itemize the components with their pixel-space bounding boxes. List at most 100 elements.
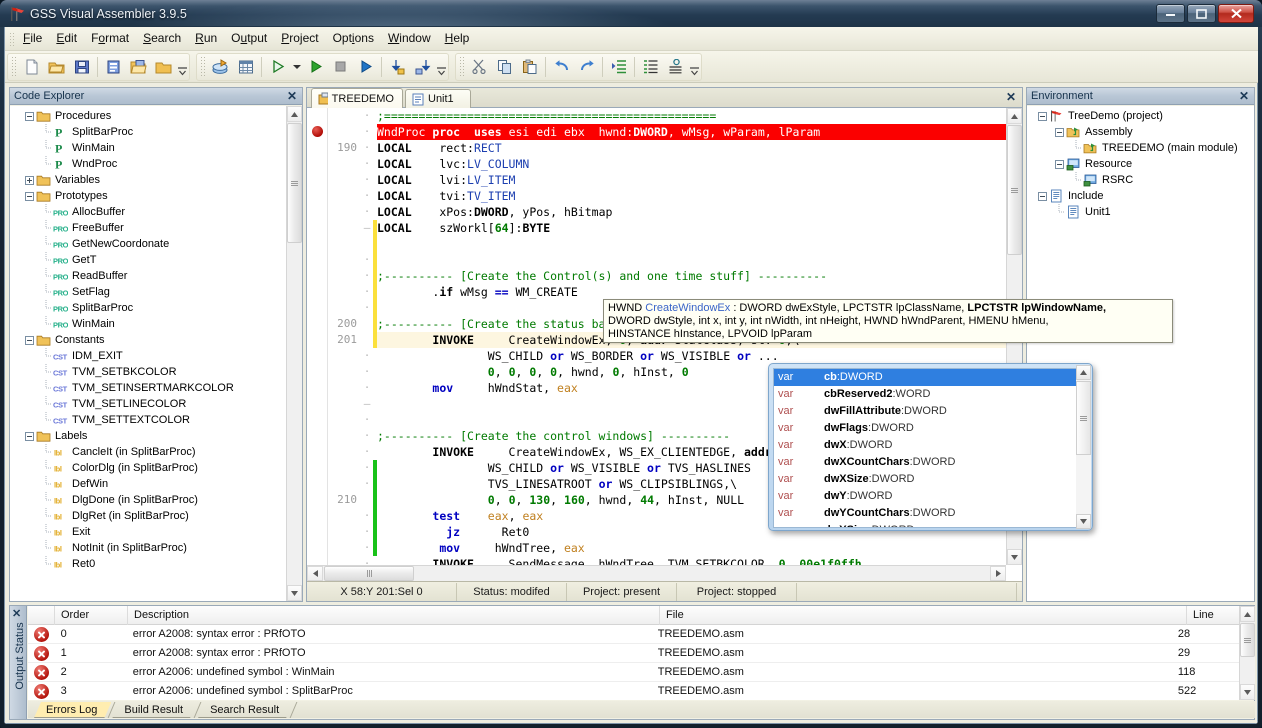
tree-item[interactable]: CSTTVM_SETINSERTMARKCOLOR: [10, 380, 286, 396]
code-line[interactable]: [377, 252, 1006, 268]
autocomplete-item[interactable]: vardwFillAttribute :DWORD: [774, 403, 1089, 420]
tree-item[interactable]: PWndProc: [10, 156, 286, 172]
editor-hscrollbar[interactable]: [307, 565, 1006, 581]
tree-item[interactable]: lblExit: [10, 524, 286, 540]
autocomplete-list[interactable]: varcb :DWORDvarcbReserved2 :WORDvardwFil…: [773, 368, 1090, 528]
scroll-down-icon[interactable]: [1007, 549, 1022, 565]
tree-item[interactable]: PROGetNewCoordonate: [10, 236, 286, 252]
scroll-up-icon[interactable]: [1007, 108, 1022, 124]
tree-item[interactable]: Prototypes: [10, 188, 286, 204]
column-header[interactable]: Order: [55, 606, 128, 625]
tree-item[interactable]: TREEDEMO (main module): [1027, 140, 1254, 156]
fold-marker[interactable]: [361, 332, 373, 348]
code-line[interactable]: .if wMsg == WM_CREATE: [377, 284, 1006, 300]
code-line[interactable]: LOCAL szWorkl[64]:BYTE: [377, 220, 1006, 236]
table-row[interactable]: 0error A2008: syntax error : PRfOTOTREED…: [28, 625, 1239, 644]
breakpoint-slot[interactable]: [307, 174, 327, 190]
code-line[interactable]: WndProc proc uses esi edi ebx hwnd:DWORD…: [377, 124, 1006, 140]
menu-output[interactable]: Output: [224, 28, 274, 49]
collapse-toggle-icon[interactable]: [24, 332, 35, 348]
breakpoint-slot[interactable]: [307, 222, 327, 238]
tree-item[interactable]: PROWinMain: [10, 316, 286, 332]
tab-unit1[interactable]: Unit1: [405, 89, 471, 108]
scroll-up-icon[interactable]: [287, 106, 302, 122]
maximize-button[interactable]: [1187, 4, 1216, 23]
tree-item[interactable]: Procedures: [10, 108, 286, 124]
breakpoint-slot[interactable]: [307, 142, 327, 158]
fold-marker[interactable]: ·: [361, 524, 373, 540]
close-icon[interactable]: ✕: [1004, 90, 1018, 104]
indent-icon[interactable]: [606, 55, 631, 79]
tree-item[interactable]: Unit1: [1027, 204, 1254, 220]
autocomplete-item[interactable]: varcb :DWORD: [774, 369, 1089, 386]
autocomplete-item[interactable]: vardwYCountChars :DWORD: [774, 505, 1089, 522]
minimize-button[interactable]: [1156, 4, 1185, 23]
open-folder-icon[interactable]: [44, 55, 69, 79]
scrollbar-thumb[interactable]: [1240, 623, 1255, 657]
scrollbar-thumb[interactable]: [1007, 125, 1022, 255]
collapse-toggle-icon[interactable]: [1037, 108, 1048, 124]
toolbar-overflow-run[interactable]: [435, 55, 448, 79]
breakpoint-slot[interactable]: [307, 270, 327, 286]
scissors-icon[interactable]: [467, 55, 492, 79]
breakpoint-slot[interactable]: [307, 414, 327, 430]
expand-toggle-icon[interactable]: [24, 172, 35, 188]
fold-marker[interactable]: ·: [361, 300, 373, 316]
tree-item[interactable]: Labels: [10, 428, 286, 444]
breakpoint-slot[interactable]: [307, 158, 327, 174]
tree-item[interactable]: PROReadBuffer: [10, 268, 286, 284]
breakpoint-slot[interactable]: [307, 108, 327, 124]
code-line[interactable]: LOCAL tvi:TV_ITEM: [377, 188, 1006, 204]
close-icon[interactable]: ✕: [285, 89, 299, 103]
output-tab-errors-log[interactable]: Errors Log: [34, 702, 111, 718]
breakpoint-slot[interactable]: [307, 542, 327, 558]
fold-marker[interactable]: ·: [361, 268, 373, 284]
fold-marker[interactable]: ·: [361, 412, 373, 428]
fold-marker[interactable]: ·: [361, 172, 373, 188]
scroll-down-icon[interactable]: [1240, 684, 1255, 700]
breakpoint-slot[interactable]: [307, 558, 327, 565]
tree-item[interactable]: Include: [1027, 188, 1254, 204]
tree-item[interactable]: lblDefWin: [10, 476, 286, 492]
code-line[interactable]: ;---------- [Create the Control(s) and o…: [377, 268, 1006, 284]
run-play-green-icon[interactable]: [303, 55, 328, 79]
breakpoint-slot[interactable]: [307, 446, 327, 462]
fold-marker[interactable]: ·: [361, 444, 373, 460]
scroll-up-icon[interactable]: [1240, 606, 1255, 622]
comment-lines-icon[interactable]: [638, 55, 663, 79]
breakpoint-slot[interactable]: [307, 510, 327, 526]
code-line[interactable]: LOCAL lvc:LV_COLUMN: [377, 156, 1006, 172]
step-play-blue-icon[interactable]: [353, 55, 378, 79]
tree-item[interactable]: TreeDemo (project): [1027, 108, 1254, 124]
scroll-down-icon[interactable]: [287, 585, 302, 601]
output-grid-rows[interactable]: 0error A2008: syntax error : PRfOTOTREED…: [28, 625, 1239, 700]
menu-options[interactable]: Options: [326, 28, 381, 49]
fold-marker[interactable]: ·: [361, 124, 373, 140]
output-tab-search-result[interactable]: Search Result: [198, 702, 293, 718]
breakpoint-slot[interactable]: [307, 366, 327, 382]
grid-build-icon[interactable]: [233, 55, 258, 79]
build-stack-icon[interactable]: [208, 55, 233, 79]
table-row[interactable]: 3error A2006: undefined symbol : SplitBa…: [28, 682, 1239, 700]
copy-icon[interactable]: [492, 55, 517, 79]
output-vscrollbar[interactable]: [1239, 606, 1255, 700]
toolbar-overflow-edit[interactable]: [688, 55, 701, 79]
code-explorer-tree[interactable]: ProceduresPSplitBarProcPWinMainPWndProcV…: [10, 106, 286, 601]
menu-file[interactable]: File: [16, 28, 49, 49]
breakpoint-slot[interactable]: [307, 350, 327, 366]
collapse-toggle-icon[interactable]: [24, 108, 35, 124]
code-explorer-scrollbar[interactable]: [286, 106, 302, 601]
tree-item[interactable]: PROAllocBuffer: [10, 204, 286, 220]
fold-marker[interactable]: [361, 492, 373, 508]
chevron-down-icon[interactable]: [290, 55, 303, 79]
paste-icon[interactable]: [517, 55, 542, 79]
new-document-icon[interactable]: [19, 55, 44, 79]
breakpoint-slot[interactable]: [307, 238, 327, 254]
stop-square-icon[interactable]: [328, 55, 353, 79]
scroll-down-icon[interactable]: [1076, 514, 1091, 529]
tree-item[interactable]: PROGetT: [10, 252, 286, 268]
tree-item[interactable]: lblColorDlg (in SplitBarProc): [10, 460, 286, 476]
breakpoint-marker[interactable]: [307, 126, 327, 142]
fold-marker[interactable]: [361, 236, 373, 252]
tree-item[interactable]: PROSetFlag: [10, 284, 286, 300]
